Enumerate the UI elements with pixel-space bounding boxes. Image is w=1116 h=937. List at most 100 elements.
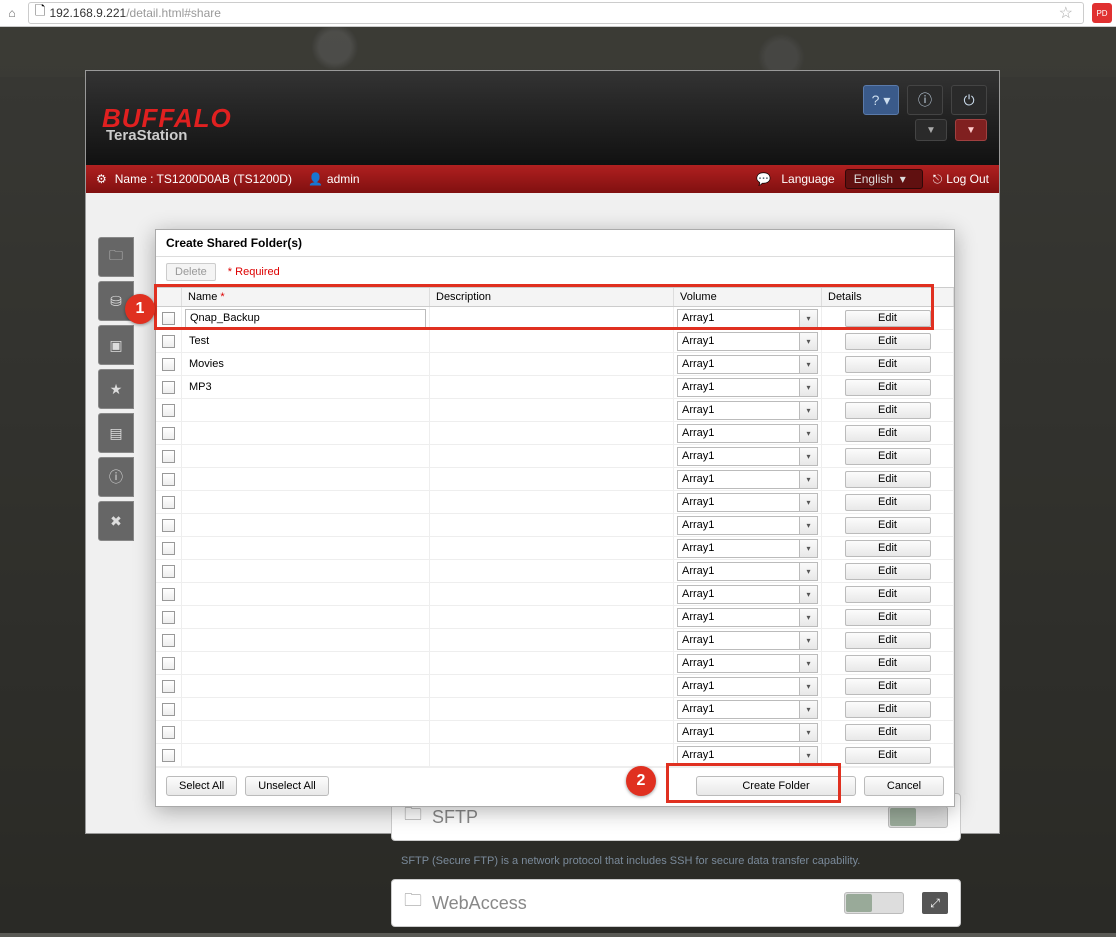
row-checkbox[interactable] bbox=[162, 680, 175, 693]
help-button[interactable]: ? ▾ bbox=[863, 85, 899, 115]
edit-button[interactable]: Edit bbox=[845, 517, 931, 534]
volume-select[interactable]: Array1▾ bbox=[677, 493, 818, 512]
edit-button[interactable]: Edit bbox=[845, 402, 931, 419]
page-icon: 🗋 bbox=[35, 2, 45, 24]
sidebar-item-info[interactable]: ⓘ bbox=[98, 457, 134, 497]
col-name[interactable]: Name * bbox=[182, 288, 430, 306]
sidebar-item-raid[interactable]: ▤ bbox=[98, 413, 134, 453]
power-dropdown-button[interactable]: ▼ bbox=[955, 119, 987, 141]
edit-button[interactable]: Edit bbox=[845, 609, 931, 626]
select-all-button[interactable]: Select All bbox=[166, 776, 237, 796]
volume-select[interactable]: Array1▾ bbox=[677, 585, 818, 604]
edit-button[interactable]: Edit bbox=[845, 563, 931, 580]
sftp-toggle[interactable] bbox=[888, 806, 948, 828]
row-checkbox[interactable] bbox=[162, 565, 175, 578]
name-cell[interactable]: Movies bbox=[185, 358, 224, 370]
row-checkbox[interactable] bbox=[162, 427, 175, 440]
name-input[interactable] bbox=[185, 309, 426, 328]
row-checkbox[interactable] bbox=[162, 381, 175, 394]
row-checkbox[interactable] bbox=[162, 335, 175, 348]
edit-button[interactable]: Edit bbox=[845, 655, 931, 672]
col-details[interactable]: Details bbox=[822, 288, 954, 306]
volume-select[interactable]: Array1▾ bbox=[677, 470, 818, 489]
webaccess-expand-button[interactable]: ⤢ bbox=[922, 892, 948, 914]
volume-select[interactable]: Array1▾ bbox=[677, 723, 818, 742]
sidebar-item-share[interactable]: ▣ bbox=[98, 325, 134, 365]
row-checkbox[interactable] bbox=[162, 657, 175, 670]
volume-select[interactable]: Array1▾ bbox=[677, 631, 818, 650]
edit-button[interactable]: Edit bbox=[845, 632, 931, 649]
address-bar[interactable]: 🗋 192.168.9.221/detail.html#share ☆ bbox=[28, 2, 1084, 24]
edit-button[interactable]: Edit bbox=[845, 471, 931, 488]
info-dropdown-button[interactable]: ▼ bbox=[915, 119, 947, 141]
edit-button[interactable]: Edit bbox=[845, 747, 931, 764]
chevron-down-icon: ▾ bbox=[799, 540, 817, 557]
unselect-all-button[interactable]: Unselect All bbox=[245, 776, 328, 796]
delete-button[interactable]: Delete bbox=[166, 263, 216, 281]
volume-select[interactable]: Array1▾ bbox=[677, 539, 818, 558]
volume-select[interactable]: Array1▾ bbox=[677, 746, 818, 765]
volume-select[interactable]: Array1▾ bbox=[677, 654, 818, 673]
volume-select[interactable]: Array1▾ bbox=[677, 516, 818, 535]
sidebar-item-folder[interactable]: 🗀 bbox=[98, 237, 134, 277]
volume-select[interactable]: Array1▾ bbox=[677, 700, 818, 719]
volume-select[interactable]: Array1▾ bbox=[677, 608, 818, 627]
sftp-desc: SFTP (Secure FTP) is a network protocol … bbox=[391, 851, 961, 879]
webaccess-toggle[interactable] bbox=[844, 892, 904, 914]
edit-button[interactable]: Edit bbox=[845, 586, 931, 603]
volume-select[interactable]: Array1▾ bbox=[677, 332, 818, 351]
edit-button[interactable]: Edit bbox=[845, 540, 931, 557]
row-checkbox[interactable] bbox=[162, 519, 175, 532]
volume-select[interactable]: Array1▾ bbox=[677, 355, 818, 374]
info-button[interactable]: ⓘ bbox=[907, 85, 943, 115]
volume-select[interactable]: Array1▾ bbox=[677, 378, 818, 397]
col-volume[interactable]: Volume bbox=[674, 288, 822, 306]
row-checkbox[interactable] bbox=[162, 634, 175, 647]
power-button[interactable]: ⏻ bbox=[951, 85, 987, 115]
edit-button[interactable]: Edit bbox=[845, 310, 931, 327]
home-icon[interactable]: ⌂ bbox=[0, 6, 24, 20]
create-folder-button[interactable]: Create Folder bbox=[696, 776, 856, 796]
row-checkbox[interactable] bbox=[162, 496, 175, 509]
volume-select[interactable]: Array1▾ bbox=[677, 309, 818, 328]
edit-button[interactable]: Edit bbox=[845, 448, 931, 465]
row-checkbox[interactable] bbox=[162, 749, 175, 762]
edit-button[interactable]: Edit bbox=[845, 494, 931, 511]
volume-select[interactable]: Array1▾ bbox=[677, 677, 818, 696]
edit-button[interactable]: Edit bbox=[845, 379, 931, 396]
volume-select[interactable]: Array1▾ bbox=[677, 562, 818, 581]
edit-button[interactable]: Edit bbox=[845, 356, 931, 373]
chevron-down-icon: ▾ bbox=[799, 563, 817, 580]
row-checkbox[interactable] bbox=[162, 473, 175, 486]
row-checkbox[interactable] bbox=[162, 450, 175, 463]
sidebar-item-tools[interactable]: ✖ bbox=[98, 501, 134, 541]
volume-select[interactable]: Array1▾ bbox=[677, 447, 818, 466]
table-row: Array1▾ Edit bbox=[156, 422, 954, 445]
pdf-extension-icon[interactable]: PD bbox=[1092, 3, 1112, 23]
row-checkbox[interactable] bbox=[162, 588, 175, 601]
edit-button[interactable]: Edit bbox=[845, 425, 931, 442]
volume-select[interactable]: Array1▾ bbox=[677, 424, 818, 443]
sidebar-item-drive[interactable]: ⛁ bbox=[98, 281, 134, 321]
edit-button[interactable]: Edit bbox=[845, 678, 931, 695]
row-checkbox[interactable] bbox=[162, 703, 175, 716]
row-checkbox[interactable] bbox=[162, 404, 175, 417]
bookmark-star-icon[interactable]: ☆ bbox=[1059, 3, 1073, 23]
row-checkbox[interactable] bbox=[162, 611, 175, 624]
row-checkbox[interactable] bbox=[162, 312, 175, 325]
edit-button[interactable]: Edit bbox=[845, 701, 931, 718]
webaccess-title: WebAccess bbox=[432, 893, 527, 914]
logout-button[interactable]: ⎋ Log Out bbox=[933, 172, 989, 187]
edit-button[interactable]: Edit bbox=[845, 333, 931, 350]
row-checkbox[interactable] bbox=[162, 542, 175, 555]
edit-button[interactable]: Edit bbox=[845, 724, 931, 741]
sidebar-item-favorite[interactable]: ★ bbox=[98, 369, 134, 409]
row-checkbox[interactable] bbox=[162, 358, 175, 371]
volume-select[interactable]: Array1▾ bbox=[677, 401, 818, 420]
cancel-button[interactable]: Cancel bbox=[864, 776, 944, 796]
language-select[interactable]: English ▾ bbox=[845, 169, 923, 189]
name-cell[interactable]: Test bbox=[185, 335, 209, 347]
name-cell[interactable]: MP3 bbox=[185, 381, 212, 393]
row-checkbox[interactable] bbox=[162, 726, 175, 739]
col-description[interactable]: Description bbox=[430, 288, 674, 306]
